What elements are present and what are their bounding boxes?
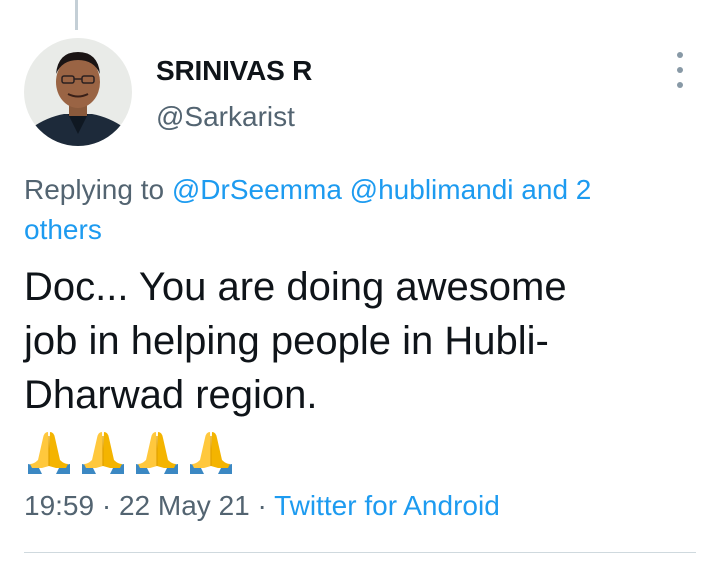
emoji-row xyxy=(24,426,236,476)
mention-link[interactable]: @DrSeemma xyxy=(172,174,342,205)
more-options-button[interactable] xyxy=(668,52,692,88)
meta-separator: · xyxy=(249,490,275,521)
tweet-text-line: Doc... You are doing awesome xyxy=(24,265,567,309)
tweet-meta: 19:59 · 22 May 21 · Twitter for Android xyxy=(24,490,500,522)
more-vertical-icon xyxy=(677,52,683,58)
folded-hands-icon xyxy=(82,432,124,474)
avatar[interactable] xyxy=(24,38,132,146)
tweet-detail: SRINIVAS R @Sarkarist Replying to @DrSee… xyxy=(0,0,720,575)
tweet-body: Doc... You are doing awesome job in help… xyxy=(24,260,684,422)
replying-to-prefix: Replying to xyxy=(24,174,165,205)
folded-hands-icon xyxy=(28,432,70,474)
tweet-date[interactable]: 22 May 21 xyxy=(119,490,250,521)
folded-hands-icon xyxy=(136,432,178,474)
tweet-source-link[interactable]: Twitter for Android xyxy=(274,490,500,521)
tweet-text-line: Dharwad region. xyxy=(24,373,318,417)
folded-hands-icon xyxy=(190,432,232,474)
author-handle[interactable]: @Sarkarist xyxy=(156,101,295,133)
tweet-text-line: job in helping people in Hubli- xyxy=(24,319,549,363)
replying-to-line: Replying to @DrSeemma @hublimandi and 2o… xyxy=(24,170,664,250)
tweet-time[interactable]: 19:59 xyxy=(24,490,94,521)
thread-connector-line xyxy=(75,0,78,30)
mention-link[interactable]: @hublimandi xyxy=(350,174,514,205)
meta-separator: · xyxy=(94,490,119,521)
author-display-name[interactable]: SRINIVAS R xyxy=(156,55,312,87)
divider xyxy=(24,552,696,553)
